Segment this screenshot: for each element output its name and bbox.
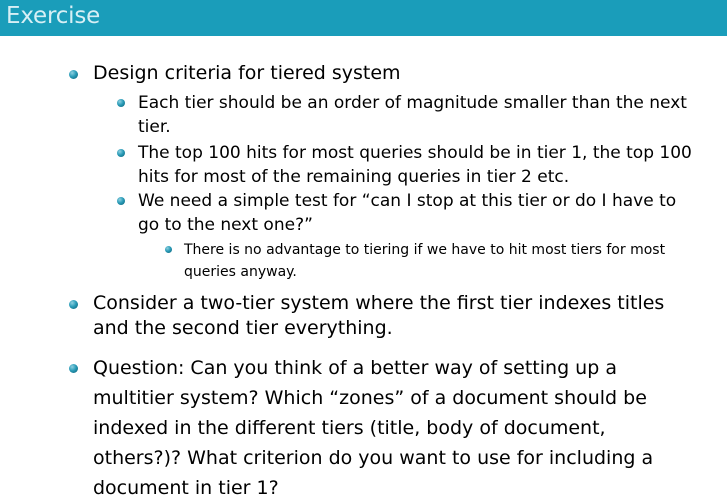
- slide-title-bar: Exercise: [0, 0, 727, 36]
- sub-item-top-100-hits: The top 100 hits for most queries should…: [138, 143, 692, 187]
- bullet-icon: [117, 99, 125, 107]
- bullet-icon: [69, 70, 78, 79]
- sub-item-simple-test: We need a simple test for “can I stop at…: [138, 191, 677, 235]
- bullet-item-two-tier-system: Consider a two-tier system where the fir…: [93, 292, 665, 339]
- bullet-icon: [117, 149, 125, 157]
- bullet-item-design-criteria: Design criteria for tiered system: [93, 62, 401, 84]
- bullet-item-question: Question: Can you think of a better way …: [93, 357, 654, 499]
- bullet-icon: [69, 300, 78, 309]
- sub-sub-item-no-advantage: There is no advantage to tiering if we h…: [184, 242, 666, 280]
- bullet-icon: [165, 246, 172, 253]
- bullet-icon: [117, 197, 125, 205]
- sub-item-order-of-magnitude: Each tier should be an order of magnitud…: [138, 93, 687, 137]
- slide-title: Exercise: [6, 3, 101, 29]
- bullet-icon: [69, 364, 78, 373]
